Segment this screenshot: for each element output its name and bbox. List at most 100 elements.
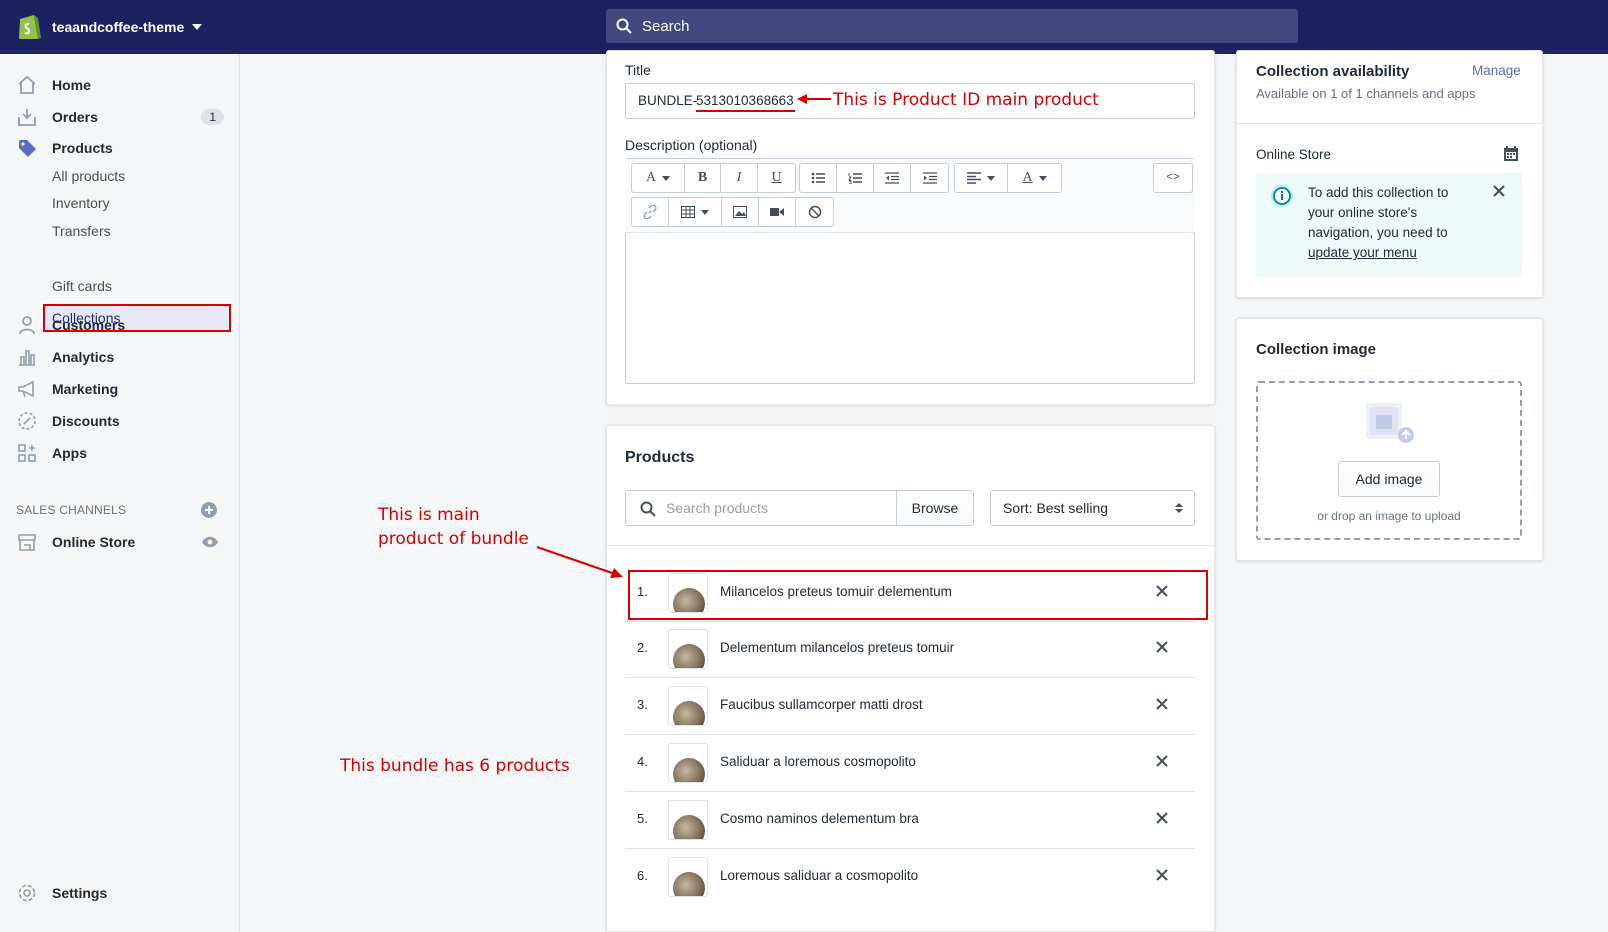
product-name[interactable]: Saliduar a loremous cosmopolito [720,754,916,769]
nav-customers[interactable]: Customers [16,312,224,338]
annotation-arrow-left-icon [797,94,831,104]
product-name[interactable]: Loremous saliduar a cosmopolito [720,868,918,883]
orders-badge: 1 [201,109,224,125]
product-thumbnail [668,857,708,897]
nav-apps[interactable]: Apps [16,440,224,466]
nav-label: Orders [52,109,98,125]
image-dropzone[interactable]: Add image or drop an image to upload [1256,381,1522,540]
sub-transfers[interactable]: Transfers [52,223,111,239]
calendar-icon[interactable] [1503,146,1519,162]
add-image-button[interactable]: Add image [1338,461,1440,497]
align-button[interactable] [955,164,1008,192]
sub-gift-cards[interactable]: Gift cards [52,278,112,294]
nav-products[interactable]: Products [16,135,224,161]
remove-icon[interactable] [1155,811,1169,825]
remove-icon[interactable] [1155,640,1169,654]
bold-button[interactable]: B [685,164,721,192]
eye-icon[interactable] [201,536,219,548]
search-input[interactable]: Search [606,9,1298,43]
tag-icon [16,137,38,159]
insert-group [631,197,834,227]
product-thumbnail [668,743,708,783]
store-switcher[interactable]: teaandcoffee-theme [16,12,203,42]
shopify-logo-icon [19,15,41,39]
list-group [799,163,949,193]
sub-inventory[interactable]: Inventory [52,195,110,211]
product-row[interactable]: 6. Loremous saliduar a cosmopolito [625,849,1195,906]
table-button[interactable] [669,198,722,226]
bundle-count-annotation: This bundle has 6 products [340,756,570,776]
align-color-group: A [954,163,1062,193]
nav-marketing[interactable]: Marketing [16,376,224,402]
products-title: Products [625,449,695,466]
clear-format-button[interactable] [796,198,833,226]
orders-icon [16,106,38,128]
product-row[interactable]: 3. Faucibus sullamcorper matti drost [625,678,1195,735]
sidebar: Home Orders 1 Products All products Inve… [0,54,240,932]
title-product-id: 5313010368663 [696,93,794,108]
product-position: 6. [637,868,648,883]
bar-chart-icon [16,346,38,368]
product-name[interactable]: Delementum milancelos preteus tomuir [720,640,954,655]
nav-settings[interactable]: Settings [16,880,224,906]
indent-button[interactable] [911,164,948,192]
link-button[interactable] [632,198,669,226]
add-channel-icon[interactable] [201,502,217,518]
nav-analytics[interactable]: Analytics [16,344,224,370]
italic-button[interactable]: I [721,164,758,192]
store-icon [16,531,38,553]
remove-icon[interactable] [1155,697,1169,711]
product-name[interactable]: Faucibus sullamcorper matti drost [720,697,923,712]
product-position: 5. [637,811,648,826]
nav-label: Marketing [52,381,119,397]
numbered-list-button[interactable] [837,164,874,192]
outdent-button[interactable] [874,164,911,192]
insert-image-button[interactable] [722,198,759,226]
bullet-list-button[interactable] [800,164,837,192]
nav-label: Settings [52,885,108,901]
font-style-button[interactable]: A [632,164,685,192]
text-style-group: A B I U [631,163,796,193]
product-row[interactable]: 2. Delementum milancelos preteus tomuir [625,621,1195,678]
nav-discounts[interactable]: Discounts [16,408,224,434]
nav-home[interactable]: Home [16,72,224,98]
remove-icon[interactable] [1155,868,1169,882]
nav-label: Discounts [52,413,120,429]
product-row[interactable]: 5. Cosmo naminos delementum bra [625,792,1195,849]
sort-select[interactable]: Sort: Best selling [990,490,1195,526]
product-id-annotation: This is Product ID main product [833,90,1099,110]
search-products-input[interactable]: Search products [625,490,898,526]
product-position: 2. [637,640,648,655]
product-name[interactable]: Cosmo naminos delementum bra [720,811,919,826]
sub-all-products[interactable]: All products [52,168,125,184]
nav-label: Analytics [52,349,115,365]
product-thumbnail [668,629,708,669]
browse-button[interactable]: Browse [896,490,974,526]
notice-text: To add this collection to your online st… [1308,185,1449,240]
collection-image-title: Collection image [1256,341,1377,358]
search-icon [616,18,632,34]
main-product-annotation-line1: This is main [378,505,480,525]
availability-subtitle: Available on 1 of 1 channels and apps [1256,86,1476,101]
editor-toolbar: A B I U A <> [625,159,1195,233]
megaphone-icon [16,378,38,400]
notice-text-block: To add this collection to your online st… [1308,183,1468,263]
apps-icon [16,442,38,464]
text-color-button[interactable]: A [1008,164,1061,192]
show-html-button[interactable]: <> [1154,164,1192,192]
annotation-arrow-icon [536,546,623,578]
nav-orders[interactable]: Orders 1 [16,104,224,130]
availability-title: Collection availability [1256,63,1410,80]
search-placeholder: Search [642,17,690,35]
update-menu-link[interactable]: update your menu [1308,243,1468,263]
underline-button[interactable]: U [758,164,795,192]
remove-icon[interactable] [1155,754,1169,768]
image-upload-icon [1366,403,1414,443]
nav-online-store[interactable]: Online Store [16,529,224,555]
select-arrows-icon [1175,503,1183,513]
close-icon[interactable] [1493,185,1505,197]
product-row[interactable]: 4. Saliduar a loremous cosmopolito [625,735,1195,792]
nav-label: Customers [52,317,126,333]
manage-link[interactable]: Manage [1472,63,1521,78]
insert-video-button[interactable] [759,198,796,226]
